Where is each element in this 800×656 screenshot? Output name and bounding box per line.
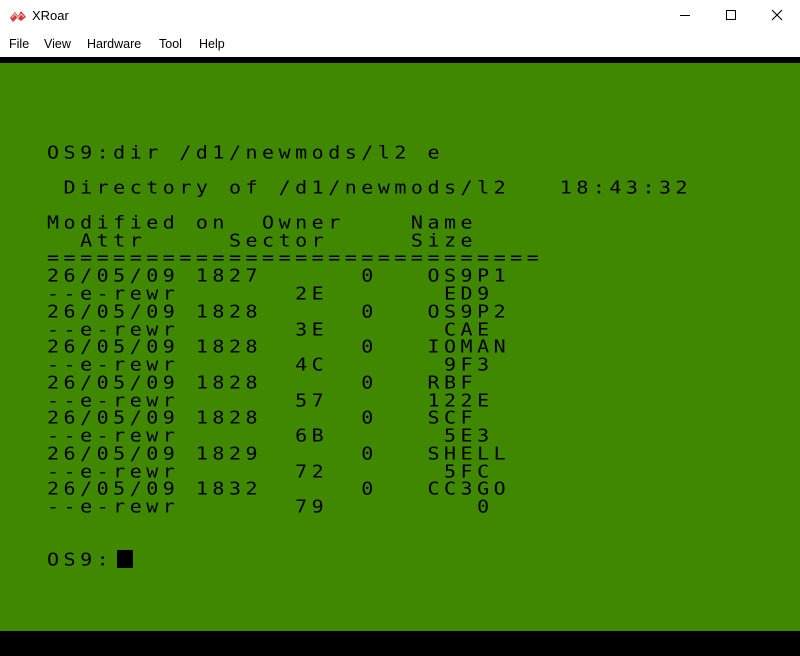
menu-bar: File View Hardware Tool Help bbox=[0, 34, 800, 56]
menu-tool[interactable]: Tool bbox=[159, 37, 182, 51]
close-icon bbox=[771, 8, 783, 26]
menu-view[interactable]: View bbox=[44, 37, 71, 51]
title-bar[interactable]: XRoar bbox=[0, 0, 800, 34]
window-title: XRoar bbox=[32, 8, 69, 23]
maximize-icon bbox=[725, 8, 737, 26]
directory-header: Directory of /d1/newmods/l2 18:43:32 bbox=[47, 176, 693, 198]
emulator-screen[interactable]: OS9:dir /d1/newmods/l2 e Directory of /d… bbox=[0, 63, 800, 631]
menu-help[interactable]: Help bbox=[199, 37, 225, 51]
minimize-button[interactable] bbox=[662, 0, 708, 34]
xroar-app-icon bbox=[9, 8, 27, 24]
command-line: OS9:dir /d1/newmods/l2 e bbox=[47, 141, 444, 163]
text-cursor bbox=[117, 550, 133, 568]
menu-file[interactable]: File bbox=[9, 37, 29, 51]
shell-prompt: OS9: bbox=[47, 548, 114, 570]
screen-border-bottom bbox=[0, 631, 800, 656]
directory-entry-attr: --e-rewr 79 0 bbox=[47, 495, 494, 517]
menu-hardware[interactable]: Hardware bbox=[87, 37, 141, 51]
close-button[interactable] bbox=[754, 0, 800, 34]
maximize-button[interactable] bbox=[708, 0, 754, 34]
minimize-icon bbox=[679, 8, 691, 26]
